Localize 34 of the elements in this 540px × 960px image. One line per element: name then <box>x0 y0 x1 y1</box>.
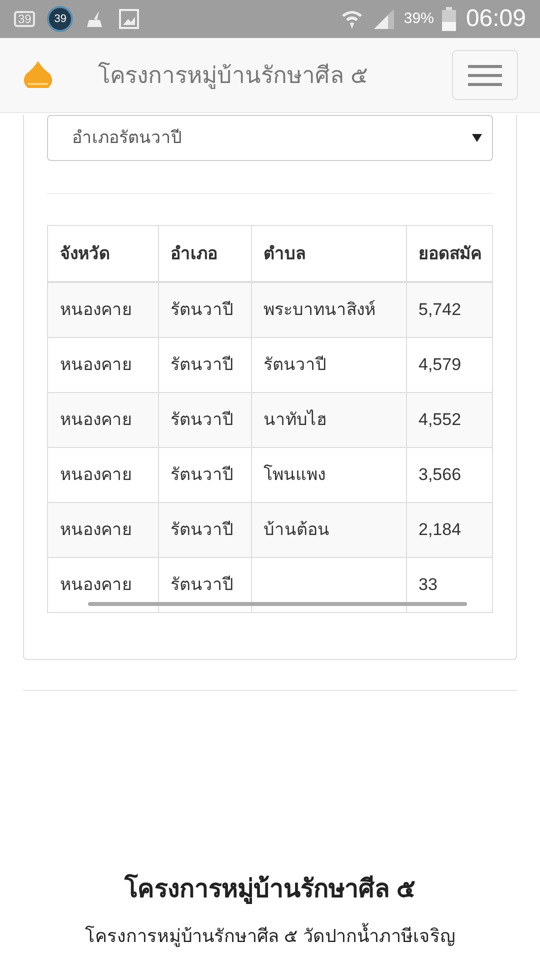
table-cell: รัตนวาปี <box>158 337 251 392</box>
footer-title: โครงการหมู่บ้านรักษาศีล ๕ <box>124 872 416 906</box>
footer-subtitle: โครงการหมู่บ้านรักษาศีล ๕ วัดปากน้ำภาษีเจริญ <box>84 922 455 950</box>
caret-icon <box>472 134 482 142</box>
district-select[interactable]: อำเภอรัตนวาปี <box>47 115 493 161</box>
notification-badge: 39 <box>14 11 36 27</box>
clock: 06:09 <box>466 4 526 34</box>
scrollbar[interactable] <box>88 602 467 606</box>
menu-button[interactable] <box>452 50 518 100</box>
table-cell: หนองคาย <box>48 447 158 502</box>
table-cell: หนองคาย <box>48 502 158 557</box>
battery-percent: 39% <box>404 8 434 29</box>
table-cell: หนองคาย <box>48 392 158 447</box>
table-cell: พระบาทนาสิงห์ <box>251 282 406 337</box>
image-icon <box>119 9 140 29</box>
table-cell: 4,552 <box>406 392 492 447</box>
table-cell: รัตนวาปี <box>158 502 251 557</box>
table-cell: 5,742 <box>406 282 492 337</box>
table-cell: 3,566 <box>406 447 492 502</box>
table-cell: 4,579 <box>406 337 492 392</box>
navbar-title: โครงการหมู่บ้านรักษาศีล ๕ <box>98 60 368 91</box>
table-cell: รัตนวาปี <box>158 392 251 447</box>
table-cell: รัตนวาปี <box>158 282 251 337</box>
table-cell: บ้านต้อน <box>251 502 406 557</box>
table-cell: นาทับไฮ <box>251 392 406 447</box>
signal-icon <box>372 8 396 30</box>
table-cell: หนองคาย <box>48 282 158 337</box>
table-cell: หนองคาย <box>48 337 158 392</box>
logo-icon <box>22 60 54 90</box>
table-cell: 2,184 <box>406 502 492 557</box>
battery-icon <box>442 7 456 31</box>
table-cell: รัตนวาปี <box>158 447 251 502</box>
table-cell: รัตนวาปี <box>251 337 406 392</box>
table-cell: โพนแพง <box>251 447 406 502</box>
